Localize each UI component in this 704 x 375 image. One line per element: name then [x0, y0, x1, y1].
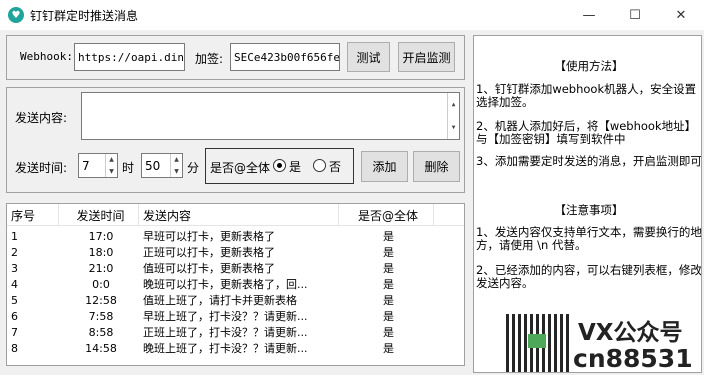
cell-index: 1: [11, 229, 18, 243]
table-row[interactable]: 3 21:0 值班可以打卡，更新表格了 是: [7, 260, 464, 276]
table-row[interactable]: 7 8:58 正班上班了，打卡没？？请更新... 是: [7, 324, 464, 340]
hour-unit: 时: [122, 161, 135, 175]
atall-no-label[interactable]: 否: [329, 158, 341, 175]
atall-no-radio[interactable]: [313, 159, 326, 172]
cell-index: 6: [11, 309, 18, 323]
radio-dot-icon: [277, 163, 282, 168]
hour-down-icon[interactable]: ▼: [106, 166, 117, 178]
test-button[interactable]: 测试: [347, 42, 390, 72]
cell-content: 正班上班了，打卡没？？请更新...: [143, 326, 308, 339]
table-header: 序号 发送时间 发送内容 是否@全体: [7, 204, 464, 226]
cell-content: 早班上班了，打卡没？？请更新...: [143, 310, 308, 323]
cell-atall: 是: [383, 230, 394, 243]
cell-index: 7: [11, 325, 18, 339]
minimize-button[interactable]: —: [566, 0, 612, 30]
cell-atall: 是: [383, 246, 394, 259]
cell-content: 正班可以打卡，更新表格了: [143, 246, 275, 259]
cell-content: 值班可以打卡，更新表格了: [143, 262, 275, 275]
cell-atall: 是: [383, 262, 394, 275]
minute-down-icon[interactable]: ▼: [171, 166, 182, 178]
table-row[interactable]: 4 0:0 晚班可以打卡，更新表格了，回... 是: [7, 276, 464, 292]
webhook-input[interactable]: https://oapi.dingt: [74, 43, 185, 71]
header-time[interactable]: 发送时间: [59, 204, 139, 226]
title-bar: ♥ 钉钉群定时推送消息 — ☐ ✕: [0, 0, 704, 30]
minute-unit: 分: [187, 161, 200, 175]
cell-time: 8:58: [88, 325, 114, 339]
cell-atall: 是: [383, 278, 394, 291]
usage-step-1: 1、钉钉群添加webhook机器人，安全设置选择加签。: [476, 82, 697, 109]
cell-index: 4: [11, 277, 18, 291]
cell-atall: 是: [383, 326, 394, 339]
hour-stepper[interactable]: ▲ ▼: [105, 154, 117, 177]
table-row[interactable]: 6 7:58 早班上班了，打卡没？？请更新... 是: [7, 308, 464, 324]
minute-up-icon[interactable]: ▲: [171, 154, 182, 166]
cell-content: 早班可以打卡，更新表格了: [143, 230, 275, 243]
notes-2: 2、已经添加的内容，可以右键列表框，修改发送内容。: [476, 263, 702, 290]
cell-time: 7:58: [88, 309, 114, 323]
table-row[interactable]: 5 12:58 值班上班了，请打卡并更新表格 是: [7, 292, 464, 308]
atall-yes-label[interactable]: 是: [289, 158, 301, 175]
cell-content: 晚班上班了，打卡没？？请更新...: [143, 342, 308, 355]
cell-content: 晚班可以打卡，更新表格了，回...: [143, 278, 308, 291]
minute-stepper[interactable]: ▲ ▼: [170, 154, 182, 177]
maximize-button[interactable]: ☐: [612, 0, 658, 30]
cell-time: 0:0: [92, 277, 110, 291]
schedule-table[interactable]: 序号 发送时间 发送内容 是否@全体 1 17:0 早班可以打卡，更新表格了是 2 18…: [6, 203, 465, 366]
content-scrollbar[interactable]: ▲ ▼: [447, 93, 459, 139]
cell-atall: 是: [383, 294, 394, 307]
atall-label: 是否@全体: [210, 161, 271, 175]
hour-up-icon[interactable]: ▲: [106, 154, 117, 166]
usage-step-3: 3、添加需要定时发送的消息，开启监测即可: [476, 154, 702, 168]
scroll-down-icon[interactable]: ▼: [448, 116, 459, 139]
delete-button[interactable]: 删除: [413, 151, 460, 182]
notes-1: 1、发送内容仅支持单行文本，需要换行的地方，请使用 \n 代替。: [476, 225, 702, 252]
usage-step-2: 2、机器人添加好后，将【webhook地址】与【加签密钥】填写到软件中: [476, 119, 697, 146]
window-title: 钉钉群定时推送消息: [30, 8, 139, 23]
cell-index: 8: [11, 341, 18, 355]
cell-index: 3: [11, 261, 18, 275]
add-button[interactable]: 添加: [361, 151, 408, 182]
start-monitor-button[interactable]: 开启监测: [398, 42, 455, 72]
sign-input[interactable]: SECe423b00f656fefC: [230, 43, 340, 71]
header-content[interactable]: 发送内容: [139, 204, 339, 226]
close-button[interactable]: ✕: [658, 0, 704, 30]
watermark-line2: cn88531: [573, 344, 693, 373]
time-label: 发送时间:: [15, 161, 68, 175]
content-textarea[interactable]: ▲ ▼: [81, 92, 460, 140]
table-row[interactable]: 1 17:0 早班可以打卡，更新表格了 是: [7, 228, 464, 244]
scroll-up-icon[interactable]: ▲: [448, 93, 459, 116]
notes-title: 【注意事项】: [554, 203, 624, 217]
header-atall[interactable]: 是否@全体: [339, 204, 434, 226]
cell-index: 2: [11, 245, 18, 259]
table-row[interactable]: 2 18:0 正班可以打卡，更新表格了 是: [7, 244, 464, 260]
usage-title: 【使用方法】: [554, 59, 624, 73]
cell-content: 值班上班了，请打卡并更新表格: [143, 294, 297, 307]
webhook-label: Webhook:: [20, 50, 73, 63]
app-icon: ♥: [8, 7, 24, 23]
cell-time: 21:0: [88, 261, 114, 275]
qr-code-image: [506, 314, 572, 372]
cell-time: 14:58: [85, 341, 117, 355]
content-label: 发送内容:: [15, 111, 68, 125]
header-index[interactable]: 序号: [7, 204, 59, 226]
cell-index: 5: [11, 293, 18, 307]
cell-atall: 是: [383, 310, 394, 323]
cell-time: 17:0: [88, 229, 114, 243]
atall-yes-radio[interactable]: [273, 159, 286, 172]
cell-atall: 是: [383, 342, 394, 355]
cell-time: 12:58: [85, 293, 117, 307]
cell-time: 18:0: [88, 245, 114, 259]
table-row[interactable]: 8 14:58 晚班上班了，打卡没？？请更新... 是: [7, 340, 464, 356]
watermark-line1: VX公众号: [578, 320, 683, 346]
sign-label: 加签:: [195, 52, 224, 66]
